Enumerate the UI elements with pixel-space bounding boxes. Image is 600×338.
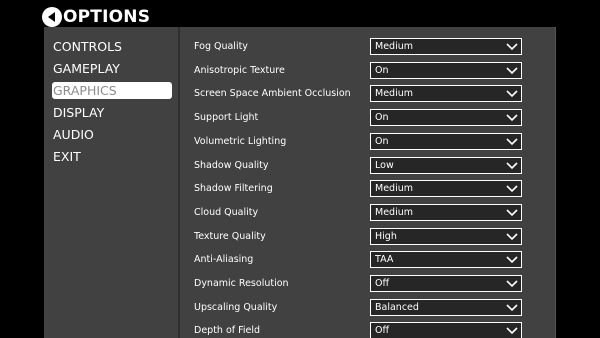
chevron-down-icon xyxy=(506,280,518,288)
setting-row-support-light: Support Light On xyxy=(180,109,556,129)
dropdown-value: Medium xyxy=(375,183,413,195)
chevron-down-icon xyxy=(506,90,518,98)
chevron-down-icon xyxy=(506,114,518,122)
setting-dropdown-anti-aliasing[interactable]: TAA xyxy=(370,251,522,269)
setting-dropdown-volumetric-lighting[interactable]: On xyxy=(370,132,522,150)
setting-dropdown-shadow-filtering[interactable]: Medium xyxy=(370,180,522,198)
settings-scrollbar[interactable] xyxy=(555,27,556,338)
setting-row-shadow-filtering: Shadow Filtering Medium xyxy=(180,180,556,200)
setting-label: Screen Space Ambient Occlusion xyxy=(194,88,351,100)
setting-row-texture-quality: Texture Quality High xyxy=(180,227,556,248)
dropdown-value: On xyxy=(375,64,389,76)
setting-label: Fog Quality xyxy=(194,41,248,52)
chevron-down-icon xyxy=(506,256,518,264)
graphics-settings-list: Fog Quality Medium Anisotropic Texture On Sc… xyxy=(180,27,556,338)
back-button[interactable] xyxy=(42,7,62,27)
dropdown-value: Off xyxy=(375,325,390,337)
chevron-down-icon xyxy=(506,161,518,169)
setting-row-anisotropic-texture: Anisotropic Texture On xyxy=(180,61,556,82)
setting-dropdown-screen-space-ambient-occlusion[interactable]: Medium xyxy=(370,85,522,103)
back-arrow-icon xyxy=(48,12,55,22)
dropdown-value: Medium xyxy=(375,88,413,100)
sidebar-item-display[interactable]: DISPLAY xyxy=(52,104,172,121)
setting-dropdown-fog-quality[interactable]: Medium xyxy=(370,38,522,55)
setting-row-shadow-quality: Shadow Quality Low xyxy=(180,156,556,177)
setting-label: Anti-Aliasing xyxy=(194,254,254,266)
setting-dropdown-anisotropic-texture[interactable]: On xyxy=(370,61,522,79)
setting-row-cloud-quality: Cloud Quality Medium xyxy=(180,203,556,224)
setting-row-screen-space-ambient-occlusion: Screen Space Ambient Occlusion Medium xyxy=(180,85,556,105)
chevron-down-icon xyxy=(506,185,518,193)
dropdown-value: Low xyxy=(375,159,394,171)
setting-dropdown-upscaling-quality[interactable]: Balanced xyxy=(370,298,522,316)
dropdown-value: Off xyxy=(375,278,390,289)
setting-label: Depth of Field xyxy=(194,325,261,337)
chevron-down-icon xyxy=(506,327,518,335)
setting-label: Shadow Filtering xyxy=(194,183,273,195)
setting-label: Dynamic Resolution xyxy=(194,278,289,289)
page-title: OPTIONS xyxy=(63,7,151,27)
dropdown-value: Balanced xyxy=(375,301,419,313)
options-header: OPTIONS xyxy=(42,6,150,28)
dropdown-value: On xyxy=(375,135,389,147)
setting-label: Shadow Quality xyxy=(194,159,269,171)
options-sidebar: CONTROLS GAMEPLAY GRAPHICS DISPLAY AUDIO… xyxy=(44,27,178,338)
setting-label: Cloud Quality xyxy=(194,206,259,218)
sidebar-item-graphics[interactable]: GRAPHICS xyxy=(52,82,172,99)
sidebar-item-controls[interactable]: CONTROLS xyxy=(52,38,172,55)
setting-row-dynamic-resolution: Dynamic Resolution Off xyxy=(180,275,556,295)
setting-label: Anisotropic Texture xyxy=(194,64,285,76)
chevron-down-icon xyxy=(506,67,518,74)
setting-dropdown-texture-quality[interactable]: High xyxy=(370,227,522,245)
setting-dropdown-support-light[interactable]: On xyxy=(370,109,522,127)
setting-row-volumetric-lighting: Volumetric Lighting On xyxy=(180,132,556,153)
dropdown-value: On xyxy=(375,112,389,124)
setting-dropdown-dynamic-resolution[interactable]: Off xyxy=(370,275,522,292)
dropdown-value: Medium xyxy=(375,206,413,218)
setting-label: Texture Quality xyxy=(194,230,266,242)
setting-label: Support Light xyxy=(194,112,259,124)
chevron-down-icon xyxy=(506,138,518,145)
setting-dropdown-depth-of-field[interactable]: Off xyxy=(370,322,522,338)
setting-row-anti-aliasing: Anti-Aliasing TAA xyxy=(180,251,556,271)
sidebar-item-gameplay[interactable]: GAMEPLAY xyxy=(52,60,172,77)
chevron-down-icon xyxy=(506,304,518,311)
setting-row-depth-of-field: Depth of Field Off xyxy=(180,322,556,338)
setting-dropdown-shadow-quality[interactable]: Low xyxy=(370,156,522,174)
dropdown-value: TAA xyxy=(375,254,394,266)
setting-label: Volumetric Lighting xyxy=(194,135,287,147)
chevron-down-icon xyxy=(506,43,518,51)
chevron-down-icon xyxy=(506,209,518,217)
dropdown-value: Medium xyxy=(375,41,413,52)
dropdown-value: High xyxy=(375,230,397,242)
sidebar-item-audio[interactable]: AUDIO xyxy=(52,126,172,143)
setting-dropdown-cloud-quality[interactable]: Medium xyxy=(370,203,522,221)
setting-row-upscaling-quality: Upscaling Quality Balanced xyxy=(180,298,556,319)
sidebar-item-exit[interactable]: EXIT xyxy=(52,148,172,165)
setting-label: Upscaling Quality xyxy=(194,301,278,313)
setting-row-fog-quality: Fog Quality Medium xyxy=(180,38,556,58)
chevron-down-icon xyxy=(506,233,518,240)
